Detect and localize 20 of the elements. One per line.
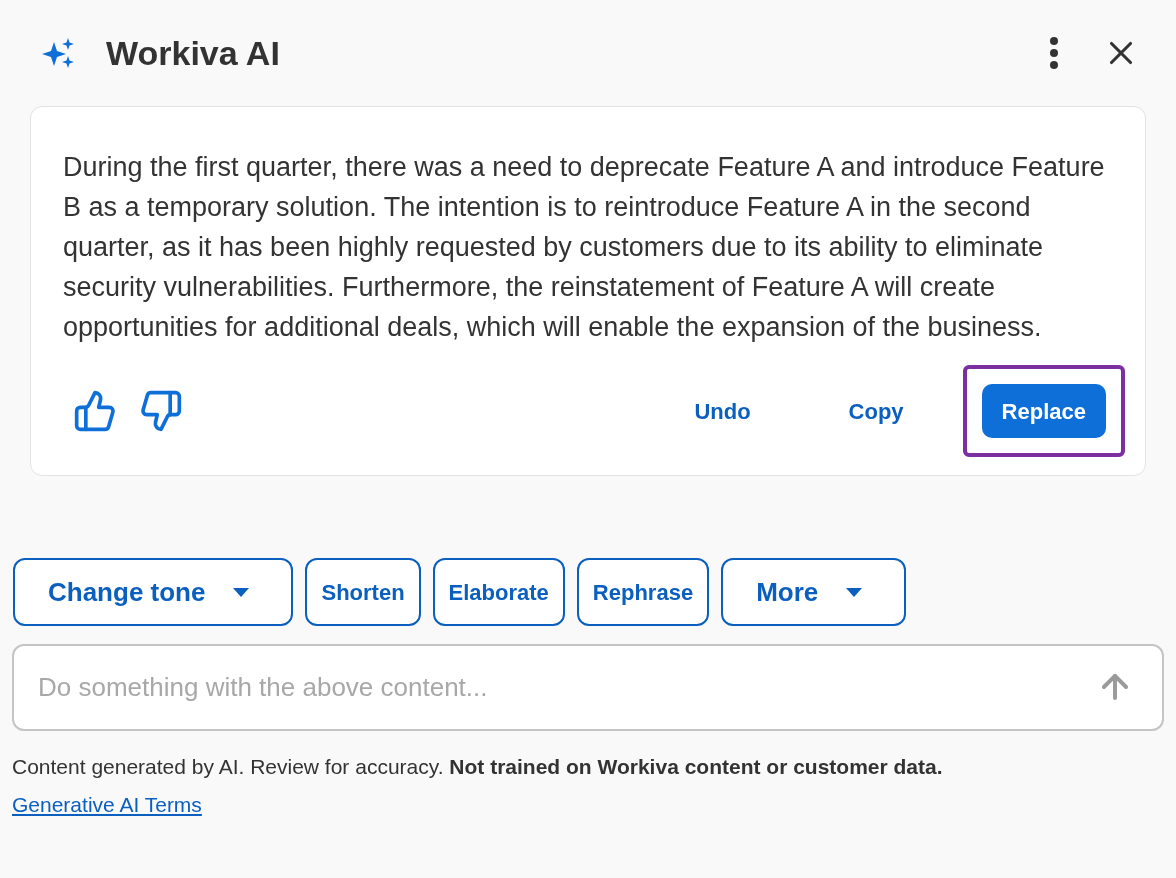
more-options-icon [1050,37,1058,69]
disclaimer-text: Content generated by AI. Review for accuracy. Not trained on Workiva content or customer data. [11,754,944,780]
caret-icon [846,587,863,597]
action-chip[interactable]: Rephrase [576,558,710,626]
prompt-field[interactable]: Do something with the above content... [12,644,1164,731]
dropdown-chip[interactable]: More [721,558,907,626]
action-chip[interactable]: Shorten [305,558,421,626]
dropdown-chip[interactable]: Change tone [13,558,294,626]
thumbs-down-button[interactable] [139,389,183,433]
more-options-button[interactable] [1050,37,1058,69]
replace-button[interactable]: Replace [981,384,1106,438]
panel-title: Workiva AI [106,32,280,74]
thumbs-up-button[interactable] [73,389,117,433]
action-link[interactable]: Undo [674,384,771,438]
caret-icon [233,587,250,597]
terms-link[interactable]: Generative AI Terms [12,788,202,820]
sparkle-icon [42,36,76,70]
response-text: During the first quarter, there was a need to deprecate Feature A and introduce Feature B as a temporary solution. The intention is to reintroduce Feature A in the second quarter, as it has been highly requested by customers due to its ability to eliminate security vulnerabilities. Furthermore, the reinstatement of Feature A will create opportunities for additional deals, which will enable the expansion of the business. [63,151,1106,344]
action-chip[interactable]: Elaborate [432,558,565,626]
action-link[interactable]: Copy [828,384,924,438]
